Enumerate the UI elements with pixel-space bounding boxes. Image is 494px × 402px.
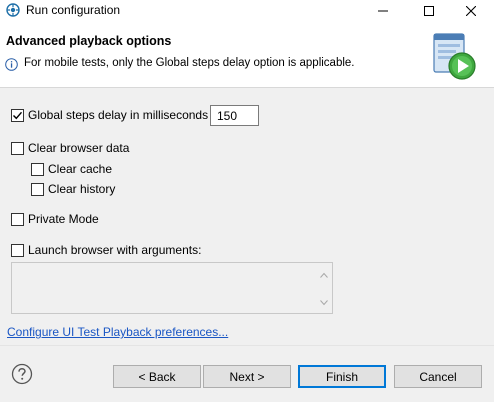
minimize-icon [378, 10, 388, 12]
global-delay-checkbox[interactable] [11, 108, 24, 122]
finish-button[interactable]: Finish [298, 365, 386, 388]
clear-cache-row: Clear cache [31, 162, 112, 176]
launch-args-row: Launch browser with arguments: [11, 243, 201, 257]
global-delay-input[interactable] [210, 105, 259, 126]
maximize-icon [424, 6, 434, 16]
clear-history-row: Clear history [31, 182, 115, 196]
scroll-down-icon[interactable] [320, 295, 328, 309]
launch-args-label: Launch browser with arguments: [28, 243, 202, 257]
run-config-icon [6, 3, 20, 17]
help-icon[interactable] [11, 363, 33, 385]
back-button[interactable]: < Back [113, 365, 201, 388]
clear-cache-label: Clear cache [48, 162, 113, 176]
clear-history-checkbox[interactable] [31, 182, 44, 196]
cancel-button[interactable]: Cancel [394, 365, 482, 388]
checkmark-icon [13, 111, 23, 119]
playback-banner-icon [430, 32, 478, 82]
maximize-button[interactable] [406, 0, 452, 22]
title-bar: Run configuration [0, 0, 494, 22]
clear-browser-data-label: Clear browser data [28, 141, 130, 155]
global-delay-row: Global steps delay in milliseconds [11, 108, 208, 122]
launch-args-textarea[interactable] [11, 262, 333, 314]
run-configuration-dialog: Run configuration Advanced playback opti… [0, 0, 494, 402]
close-button[interactable] [448, 0, 494, 22]
launch-args-checkbox[interactable] [11, 243, 24, 257]
next-button[interactable]: Next > [203, 365, 291, 388]
clear-history-label: Clear history [48, 182, 116, 196]
clear-browser-data-row: Clear browser data [11, 141, 129, 155]
private-mode-checkbox[interactable] [11, 212, 24, 226]
button-bar-divider [0, 345, 494, 346]
scroll-up-icon[interactable] [320, 267, 328, 281]
info-message: For mobile tests, only the Global steps … [24, 57, 355, 69]
clear-browser-data-checkbox[interactable] [11, 141, 24, 155]
configure-preferences-link[interactable]: Configure UI Test Playback preferences..… [7, 325, 228, 339]
private-mode-row: Private Mode [11, 212, 99, 226]
window-title: Run configuration [26, 3, 121, 17]
close-icon [466, 6, 476, 16]
global-delay-label: Global steps delay in milliseconds [28, 108, 209, 122]
minimize-button[interactable] [360, 0, 406, 22]
private-mode-label: Private Mode [28, 212, 99, 226]
dialog-header: Advanced playback options For mobile tes… [0, 22, 494, 88]
info-icon [5, 58, 18, 71]
clear-cache-checkbox[interactable] [31, 162, 44, 176]
page-title: Advanced playback options [6, 34, 172, 48]
